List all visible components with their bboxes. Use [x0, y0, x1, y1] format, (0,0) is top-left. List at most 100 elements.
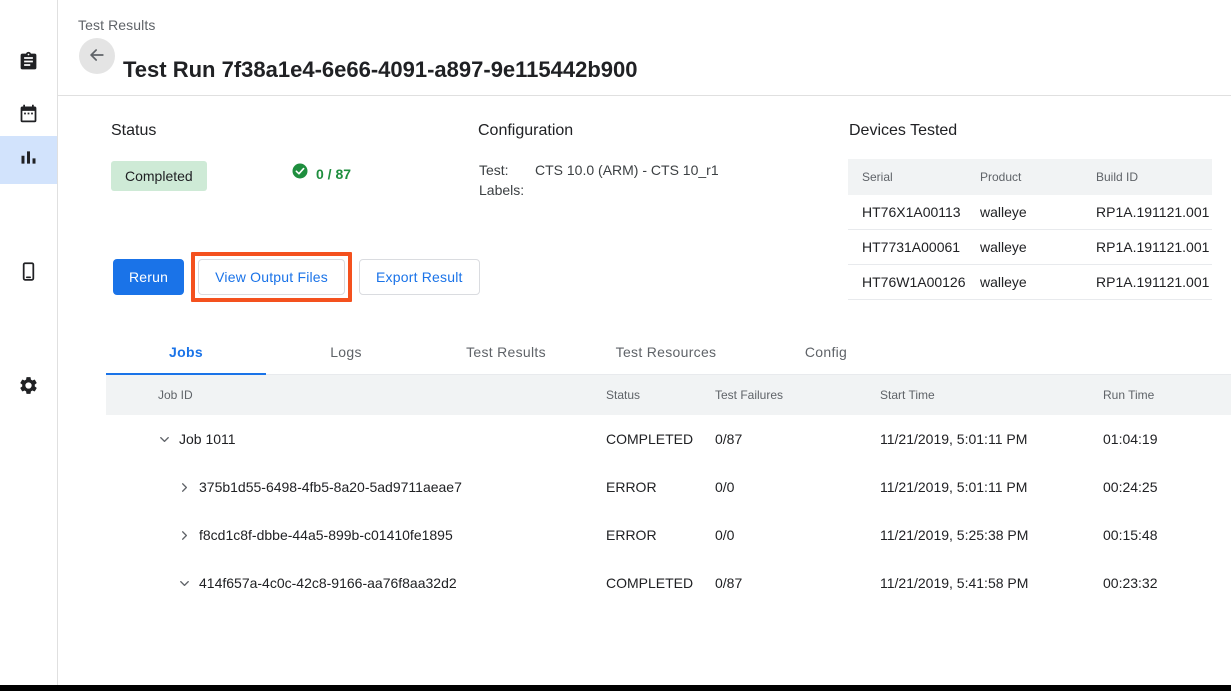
- job-run-time: 00:23:32: [1103, 575, 1223, 591]
- job-start-time: 11/21/2019, 5:41:58 PM: [880, 575, 1103, 591]
- counts-label: 0 / 87: [316, 166, 351, 182]
- tab-logs[interactable]: Logs: [266, 328, 426, 375]
- device-serial: HT76X1A00113: [848, 195, 966, 230]
- action-button-row: Rerun View Output Files Export Result: [113, 252, 480, 302]
- jobs-col-test-failures: Test Failures: [715, 388, 880, 402]
- table-row: HT76W1A00126 walleye RP1A.191121.001: [848, 265, 1212, 300]
- table-row[interactable]: Job 1011 COMPLETED 0/87 11/21/2019, 5:01…: [106, 415, 1231, 463]
- device-build-id: RP1A.191121.001: [1082, 230, 1212, 265]
- jobs-table: Job ID Status Test Failures Start Time R…: [106, 375, 1231, 607]
- view-output-files-button[interactable]: View Output Files: [198, 259, 345, 295]
- sidebar-item-test-suites[interactable]: [0, 40, 57, 88]
- device-build-id: RP1A.191121.001: [1082, 265, 1212, 300]
- tab-config[interactable]: Config: [746, 328, 906, 375]
- device-serial: HT7731A00061: [848, 230, 966, 265]
- tab-bar: Jobs Logs Test Results Test Resources Co…: [106, 328, 1231, 375]
- configuration-row-labels: Labels:: [479, 180, 719, 200]
- job-start-time: 11/21/2019, 5:01:11 PM: [880, 479, 1103, 495]
- job-start-time: 11/21/2019, 5:01:11 PM: [880, 431, 1103, 447]
- export-result-button[interactable]: Export Result: [359, 259, 480, 295]
- chevron-right-icon[interactable]: [177, 480, 199, 495]
- configuration-row-test: Test: CTS 10.0 (ARM) - CTS 10_r1: [479, 160, 719, 180]
- devices-header-row: Serial Product Build ID: [848, 159, 1212, 195]
- devices-section-title: Devices Tested: [849, 122, 957, 140]
- page-root: Test Results Test Run 7f38a1e4-6e66-4091…: [0, 0, 1231, 691]
- sidebar-item-test-plans[interactable]: [0, 92, 57, 140]
- job-test-failures: 0/0: [715, 479, 880, 495]
- status-section-title: Status: [111, 122, 156, 140]
- devices-col-product: Product: [966, 159, 1082, 195]
- devices-table-body: HT76X1A00113 walleye RP1A.191121.001 HT7…: [848, 195, 1212, 300]
- job-id-cell: Job 1011: [106, 431, 606, 447]
- job-test-failures: 0/87: [715, 575, 880, 591]
- job-status: COMPLETED: [606, 575, 715, 591]
- calendar-icon: [18, 103, 39, 129]
- configuration-value: CTS 10.0 (ARM) - CTS 10_r1: [535, 160, 719, 180]
- table-row[interactable]: 375b1d55-6498-4fb5-8a20-5ad9711aeae7 ERR…: [106, 463, 1231, 511]
- jobs-table-header: Job ID Status Test Failures Start Time R…: [106, 375, 1231, 415]
- clipboard-icon: [18, 51, 39, 77]
- table-row[interactable]: 414f657a-4c0c-42c8-9166-aa76f8aa32d2 COM…: [106, 559, 1231, 607]
- page-title: Test Run 7f38a1e4-6e66-4091-a897-9e11544…: [123, 57, 638, 83]
- device-build-id: RP1A.191121.001: [1082, 195, 1212, 230]
- jobs-col-status: Status: [606, 388, 715, 402]
- sidebar-item-devices[interactable]: [0, 250, 57, 298]
- smartphone-icon: [18, 261, 39, 287]
- job-id-label: f8cd1c8f-dbbe-44a5-899b-c01410fe1895: [199, 527, 453, 543]
- back-button[interactable]: [79, 38, 115, 74]
- tab-test-resources[interactable]: Test Resources: [586, 328, 746, 375]
- jobs-col-run-time: Run Time: [1103, 388, 1223, 402]
- rerun-button[interactable]: Rerun: [113, 259, 184, 295]
- sidebar-item-settings[interactable]: [0, 364, 57, 412]
- tab-jobs[interactable]: Jobs: [106, 328, 266, 375]
- check-circle-icon: [291, 162, 309, 185]
- chevron-down-icon[interactable]: [157, 432, 179, 447]
- table-row[interactable]: f8cd1c8f-dbbe-44a5-899b-c01410fe1895 ERR…: [106, 511, 1231, 559]
- test-failure-counts: 0 / 87: [291, 162, 351, 185]
- view-output-files-highlight: View Output Files: [191, 252, 352, 302]
- left-navigation-rail: [0, 0, 58, 685]
- job-id-label: Job 1011: [179, 431, 236, 447]
- job-run-time: 00:15:48: [1103, 527, 1223, 543]
- devices-tested-table: Serial Product Build ID HT76X1A00113 wal…: [848, 159, 1212, 300]
- job-id-cell: 414f657a-4c0c-42c8-9166-aa76f8aa32d2: [106, 575, 606, 591]
- devices-col-serial: Serial: [848, 159, 966, 195]
- device-serial: HT76W1A00126: [848, 265, 966, 300]
- job-run-time: 01:04:19: [1103, 431, 1223, 447]
- breadcrumb[interactable]: Test Results: [78, 17, 155, 33]
- job-test-failures: 0/87: [715, 431, 880, 447]
- job-start-time: 11/21/2019, 5:25:38 PM: [880, 527, 1103, 543]
- configuration-key: Test:: [479, 160, 535, 180]
- arrow-left-icon: [87, 45, 107, 68]
- page-header: Test Results Test Run 7f38a1e4-6e66-4091…: [58, 0, 1231, 96]
- device-product: walleye: [966, 265, 1082, 300]
- gear-icon: [18, 375, 39, 401]
- configuration-key: Labels:: [479, 180, 535, 200]
- job-status: COMPLETED: [606, 431, 715, 447]
- job-status: ERROR: [606, 527, 715, 543]
- status-badge: Completed: [111, 161, 207, 191]
- devices-table-head: Serial Product Build ID: [848, 159, 1212, 195]
- main-content: Status Completed 0 / 87 Configuration Te…: [58, 96, 1231, 685]
- devices-col-build-id: Build ID: [1082, 159, 1212, 195]
- device-product: walleye: [966, 230, 1082, 265]
- configuration-section-title: Configuration: [478, 122, 573, 140]
- tab-test-results[interactable]: Test Results: [426, 328, 586, 375]
- job-id-cell: f8cd1c8f-dbbe-44a5-899b-c01410fe1895: [106, 527, 606, 543]
- table-row: HT7731A00061 walleye RP1A.191121.001: [848, 230, 1212, 265]
- chevron-right-icon[interactable]: [177, 528, 199, 543]
- chevron-down-icon[interactable]: [177, 576, 199, 591]
- job-test-failures: 0/0: [715, 527, 880, 543]
- job-run-time: 00:24:25: [1103, 479, 1223, 495]
- device-product: walleye: [966, 195, 1082, 230]
- job-id-label: 375b1d55-6498-4fb5-8a20-5ad9711aeae7: [199, 479, 462, 495]
- sidebar-item-test-results[interactable]: [0, 136, 57, 184]
- job-id-label: 414f657a-4c0c-42c8-9166-aa76f8aa32d2: [199, 575, 457, 591]
- table-row: HT76X1A00113 walleye RP1A.191121.001: [848, 195, 1212, 230]
- job-status: ERROR: [606, 479, 715, 495]
- jobs-col-job-id: Job ID: [106, 388, 606, 402]
- bottom-bar: [0, 685, 1231, 691]
- configuration-rows: Test: CTS 10.0 (ARM) - CTS 10_r1 Labels:: [479, 160, 719, 200]
- bar-chart-icon: [18, 147, 39, 173]
- jobs-col-start-time: Start Time: [880, 388, 1103, 402]
